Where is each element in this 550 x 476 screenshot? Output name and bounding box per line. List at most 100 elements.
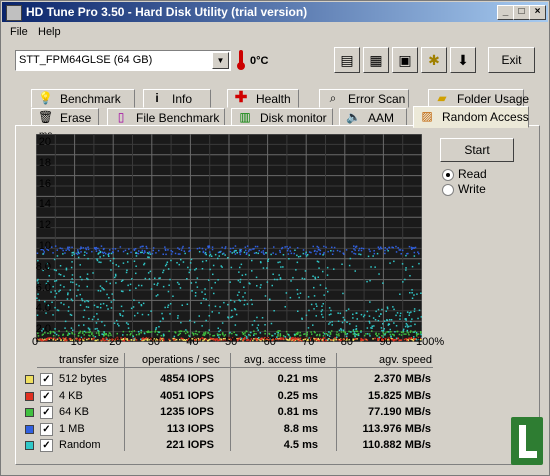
- data-point-1-mb: [362, 247, 365, 250]
- data-point-1-mb: [399, 249, 402, 251]
- data-point-1-mb: [105, 252, 107, 255]
- data-point-random: [382, 323, 384, 325]
- data-point-random: [141, 313, 144, 316]
- data-point-1-mb: [119, 246, 122, 248]
- data-point-random: [239, 266, 241, 269]
- data-point-random: [198, 315, 200, 317]
- data-point-4-kb: [202, 337, 204, 340]
- data-point-random: [134, 314, 136, 317]
- data-point-1-mb: [102, 248, 105, 251]
- tab-info[interactable]: i Info: [143, 89, 211, 108]
- data-point-random: [243, 286, 245, 288]
- data-point-random: [233, 308, 236, 310]
- data-point-64-kb: [329, 333, 332, 335]
- data-point-random: [101, 287, 103, 289]
- data-point-random: [118, 325, 120, 327]
- series-checkbox[interactable]: ✓: [40, 390, 53, 403]
- data-point-random: [405, 254, 407, 257]
- close-button[interactable]: ×: [529, 5, 546, 20]
- tab-health[interactable]: ✚ Health: [227, 89, 299, 108]
- data-point-random: [375, 310, 377, 313]
- drive-select[interactable]: STT_FPM64GLSE (64 GB) ▼: [15, 50, 231, 71]
- options-button[interactable]: ✱: [421, 47, 447, 73]
- data-point-512-bytes: [126, 339, 129, 341]
- data-point-64-kb: [97, 331, 100, 333]
- data-point-4-kb: [83, 337, 86, 340]
- data-point-random: [409, 292, 411, 294]
- data-point-random: [256, 285, 258, 287]
- read-radio[interactable]: [442, 169, 454, 181]
- data-point-1-mb: [67, 246, 69, 248]
- data-point-4-kb: [49, 337, 51, 339]
- data-point-64-kb: [311, 333, 313, 335]
- data-point-64-kb: [299, 331, 301, 334]
- write-radio[interactable]: [442, 184, 454, 196]
- data-point-1-mb: [98, 249, 101, 252]
- data-point-512-bytes: [333, 339, 335, 342]
- copy-info-button[interactable]: ▤: [334, 47, 360, 73]
- data-point-random: [369, 335, 371, 337]
- data-point-random: [352, 329, 355, 331]
- copy-screen-button[interactable]: ▦: [363, 47, 389, 73]
- series-checkbox[interactable]: ✓: [40, 439, 53, 452]
- data-point-random: [78, 285, 80, 287]
- minimize-button[interactable]: _: [497, 5, 514, 20]
- data-point-64-kb: [409, 331, 412, 333]
- data-point-random: [296, 289, 299, 291]
- menu-file[interactable]: File: [10, 26, 28, 38]
- data-point-64-kb: [168, 330, 170, 332]
- data-point-random: [384, 333, 386, 336]
- data-point-1-mb: [331, 246, 333, 249]
- data-point-1-mb: [379, 248, 381, 250]
- tab-error-scan[interactable]: ⌕ Error Scan: [319, 89, 409, 108]
- data-point-random: [169, 313, 171, 315]
- exit-button[interactable]: Exit: [488, 47, 535, 73]
- data-point-random: [58, 273, 60, 275]
- data-point-random: [173, 335, 176, 338]
- data-point-512-bytes: [317, 337, 320, 340]
- data-point-1-mb: [82, 247, 85, 249]
- data-point-random: [316, 305, 318, 307]
- row-access-value: 0.25 ms: [277, 390, 318, 402]
- data-point-random: [276, 336, 278, 338]
- random-access-icon: ▨: [421, 109, 433, 123]
- chevron-down-icon[interactable]: ▼: [212, 52, 229, 69]
- save-button[interactable]: ▣: [392, 47, 418, 73]
- data-point-random: [147, 252, 150, 255]
- data-point-random: [73, 253, 75, 255]
- data-point-random: [153, 283, 156, 285]
- data-point-random: [131, 278, 133, 280]
- data-point-random: [79, 304, 82, 306]
- data-point-random: [81, 278, 83, 281]
- data-point-random: [404, 278, 406, 281]
- data-point-random: [292, 276, 294, 279]
- data-point-64-kb: [282, 335, 285, 337]
- data-point-random: [393, 260, 395, 263]
- data-point-1-mb: [133, 248, 135, 251]
- data-point-random: [250, 331, 252, 334]
- data-point-random: [54, 328, 56, 330]
- maximize-button[interactable]: □: [513, 5, 530, 20]
- data-point-64-kb: [277, 330, 279, 332]
- tab-benchmark[interactable]: 💡 Benchmark: [31, 89, 135, 108]
- series-checkbox[interactable]: ✓: [40, 423, 53, 436]
- start-button[interactable]: Start: [440, 138, 514, 162]
- download-button[interactable]: ⬇: [450, 47, 476, 73]
- tab-random-access[interactable]: ▨ Random Access: [413, 106, 529, 128]
- data-point-64-kb: [279, 333, 282, 335]
- y-tick-label: 16: [38, 177, 51, 190]
- data-point-64-kb: [378, 333, 380, 335]
- menu-help[interactable]: Help: [38, 26, 61, 38]
- series-checkbox[interactable]: ✓: [40, 406, 53, 419]
- data-point-random: [189, 269, 191, 271]
- data-point-random: [405, 267, 407, 269]
- data-point-random: [83, 324, 85, 326]
- series-checkbox[interactable]: ✓: [40, 373, 53, 386]
- data-point-random: [94, 336, 97, 338]
- data-point-64-kb: [318, 334, 321, 337]
- data-point-64-kb: [249, 334, 251, 337]
- data-point-64-kb: [340, 331, 343, 333]
- data-point-random: [158, 277, 160, 280]
- row-size-label: 4 KB: [59, 390, 83, 402]
- data-point-random: [99, 256, 101, 258]
